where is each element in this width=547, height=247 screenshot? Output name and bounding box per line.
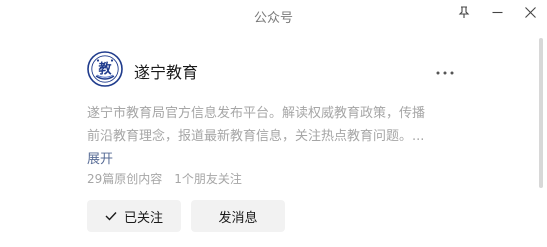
education-logo-icon: 教 [87, 51, 123, 87]
account-profile-card: 教 遂宁教育 遂宁市教育局官方信息发布平台。解读权威教育政策，传播 前沿教育理念 [87, 48, 467, 232]
close-icon [524, 6, 536, 18]
scrollbar[interactable] [539, 38, 543, 188]
account-description: 遂宁市教育局官方信息发布平台。解读权威教育政策，传播 前沿教育理念，报道最新教育… [87, 102, 459, 148]
send-message-button[interactable]: 发消息 [191, 200, 285, 232]
avatar[interactable]: 教 [87, 51, 123, 87]
send-message-button-label: 发消息 [218, 210, 258, 226]
account-stats: 29篇原创内容 1个朋友关注 [87, 170, 242, 187]
followed-button-label: 已关注 [123, 210, 163, 226]
minimize-icon [492, 7, 503, 18]
account-name: 遂宁教育 [134, 63, 199, 82]
close-button[interactable] [515, 1, 545, 23]
title-bar: 公众号 [0, 0, 547, 30]
account-header: 教 遂宁教育 [87, 48, 467, 92]
description-line-2: 前沿教育理念，报道最新教育信息，关注热点教育问题。... [87, 129, 425, 144]
friends-following: 1个朋友关注 [174, 172, 242, 186]
official-account-window: 公众号 教 遂宁教育 遂宁市教育局官方信息发布平台。解读权威教育政策，传播 前沿… [0, 0, 547, 247]
expand-link[interactable]: 展开 [87, 148, 113, 167]
original-count: 29篇原创内容 [87, 172, 163, 186]
more-options-button[interactable] [433, 59, 457, 79]
pin-icon [458, 5, 470, 19]
minimize-button[interactable] [482, 1, 512, 23]
more-icon [436, 60, 454, 79]
pin-button[interactable] [449, 1, 479, 23]
followed-button[interactable]: 已关注 [87, 200, 181, 232]
description-line-1: 遂宁市教育局官方信息发布平台。解读权威教育政策，传播 [87, 106, 426, 121]
checkmark-icon [105, 211, 117, 221]
svg-text:教: 教 [97, 61, 112, 77]
